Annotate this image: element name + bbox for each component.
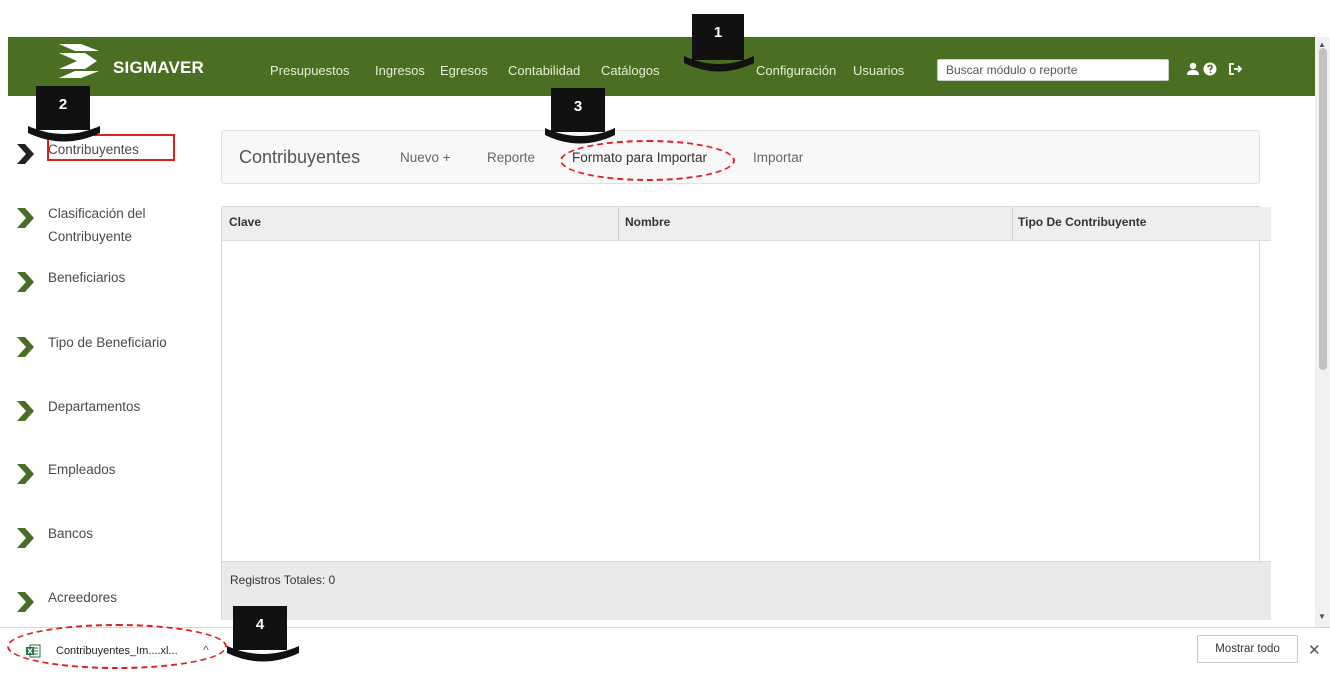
chevron-right-icon: [17, 337, 34, 357]
chevron-right-icon: [17, 208, 34, 228]
chevron-right-icon: [17, 464, 34, 484]
grid-footer: [222, 561, 1271, 620]
page-title: Contribuyentes: [239, 147, 361, 167]
nav-configuracion[interactable]: Configuración: [756, 63, 836, 78]
new-button[interactable]: Nuevo +: [400, 150, 451, 165]
sidebar-item-acreedores[interactable]: Acreedores: [15, 586, 200, 616]
chevron-right-icon: [17, 528, 34, 548]
nav-catalogos[interactable]: Catálogos: [601, 63, 660, 78]
chevron-right-icon: [17, 272, 34, 292]
column-separator: [1012, 207, 1013, 240]
sidebar-item-label: Departamentos: [48, 399, 141, 414]
sigmaver-logo-icon[interactable]: [55, 42, 103, 80]
total-records-label: Registros Totales: 0: [230, 573, 336, 587]
scroll-down-arrow-icon[interactable]: ▼: [1318, 612, 1326, 621]
callout-marker-4: 4: [227, 606, 299, 670]
import-button[interactable]: Importar: [753, 150, 803, 165]
nav-ingresos[interactable]: Ingresos: [375, 63, 425, 78]
sidebar-item-departamentos[interactable]: Departamentos: [15, 395, 200, 425]
help-icon[interactable]: [1203, 62, 1217, 76]
download-highlight-ellipse: [7, 624, 227, 669]
sidebar-item-bancos[interactable]: Bancos: [15, 522, 200, 552]
scroll-up-arrow-icon[interactable]: ▲: [1318, 40, 1326, 49]
nav-egresos[interactable]: Egresos: [440, 63, 488, 78]
nav-presupuestos[interactable]: Presupuestos: [270, 63, 350, 78]
sidebar-item-label: Empleados: [48, 462, 116, 477]
app-brand-name[interactable]: SIGMAVER: [113, 58, 204, 78]
column-header-clave[interactable]: Clave: [229, 215, 261, 229]
callout-marker-3: 3: [545, 88, 615, 152]
report-button[interactable]: Reporte: [487, 150, 535, 165]
sidebar-item-beneficiarios[interactable]: Beneficiarios: [15, 266, 200, 296]
close-icon[interactable]: ✕: [1308, 641, 1321, 659]
column-header-tipo[interactable]: Tipo De Contribuyente: [1018, 215, 1146, 229]
chevron-right-icon: [17, 401, 34, 421]
sidebar-item-label: Bancos: [48, 526, 94, 541]
sidebar-item-tipo-beneficiario[interactable]: Tipo de Beneficiario: [15, 331, 200, 361]
nav-contabilidad[interactable]: Contabilidad: [508, 63, 580, 78]
sidebar-item-clasificacion[interactable]: Clasificación del Contribuyente: [15, 202, 200, 248]
callout-marker-2: 2: [28, 86, 100, 150]
contribuyentes-grid: [221, 206, 1260, 620]
sidebar-item-label: Tipo de Beneficiario: [48, 335, 167, 350]
column-header-nombre[interactable]: Nombre: [625, 215, 670, 229]
sidebar-item-empleados[interactable]: Empleados: [15, 458, 200, 488]
column-separator: [618, 207, 619, 240]
user-icon[interactable]: [1186, 62, 1200, 76]
sidebar-item-label: Beneficiarios: [48, 270, 126, 285]
logout-icon[interactable]: [1228, 62, 1243, 76]
page-scrollbar-thumb[interactable]: [1319, 48, 1327, 370]
sidebar-item-label: Clasificación del Contribuyente: [48, 206, 146, 244]
nav-usuarios[interactable]: Usuarios: [853, 63, 904, 78]
catalog-toolbar: [221, 130, 1260, 184]
callout-marker-1: 1: [684, 14, 754, 80]
show-all-downloads-button[interactable]: Mostrar todo: [1197, 635, 1298, 663]
search-input[interactable]: [937, 59, 1169, 81]
chevron-right-icon: [17, 592, 34, 612]
sidebar-item-label: Acreedores: [48, 590, 118, 605]
